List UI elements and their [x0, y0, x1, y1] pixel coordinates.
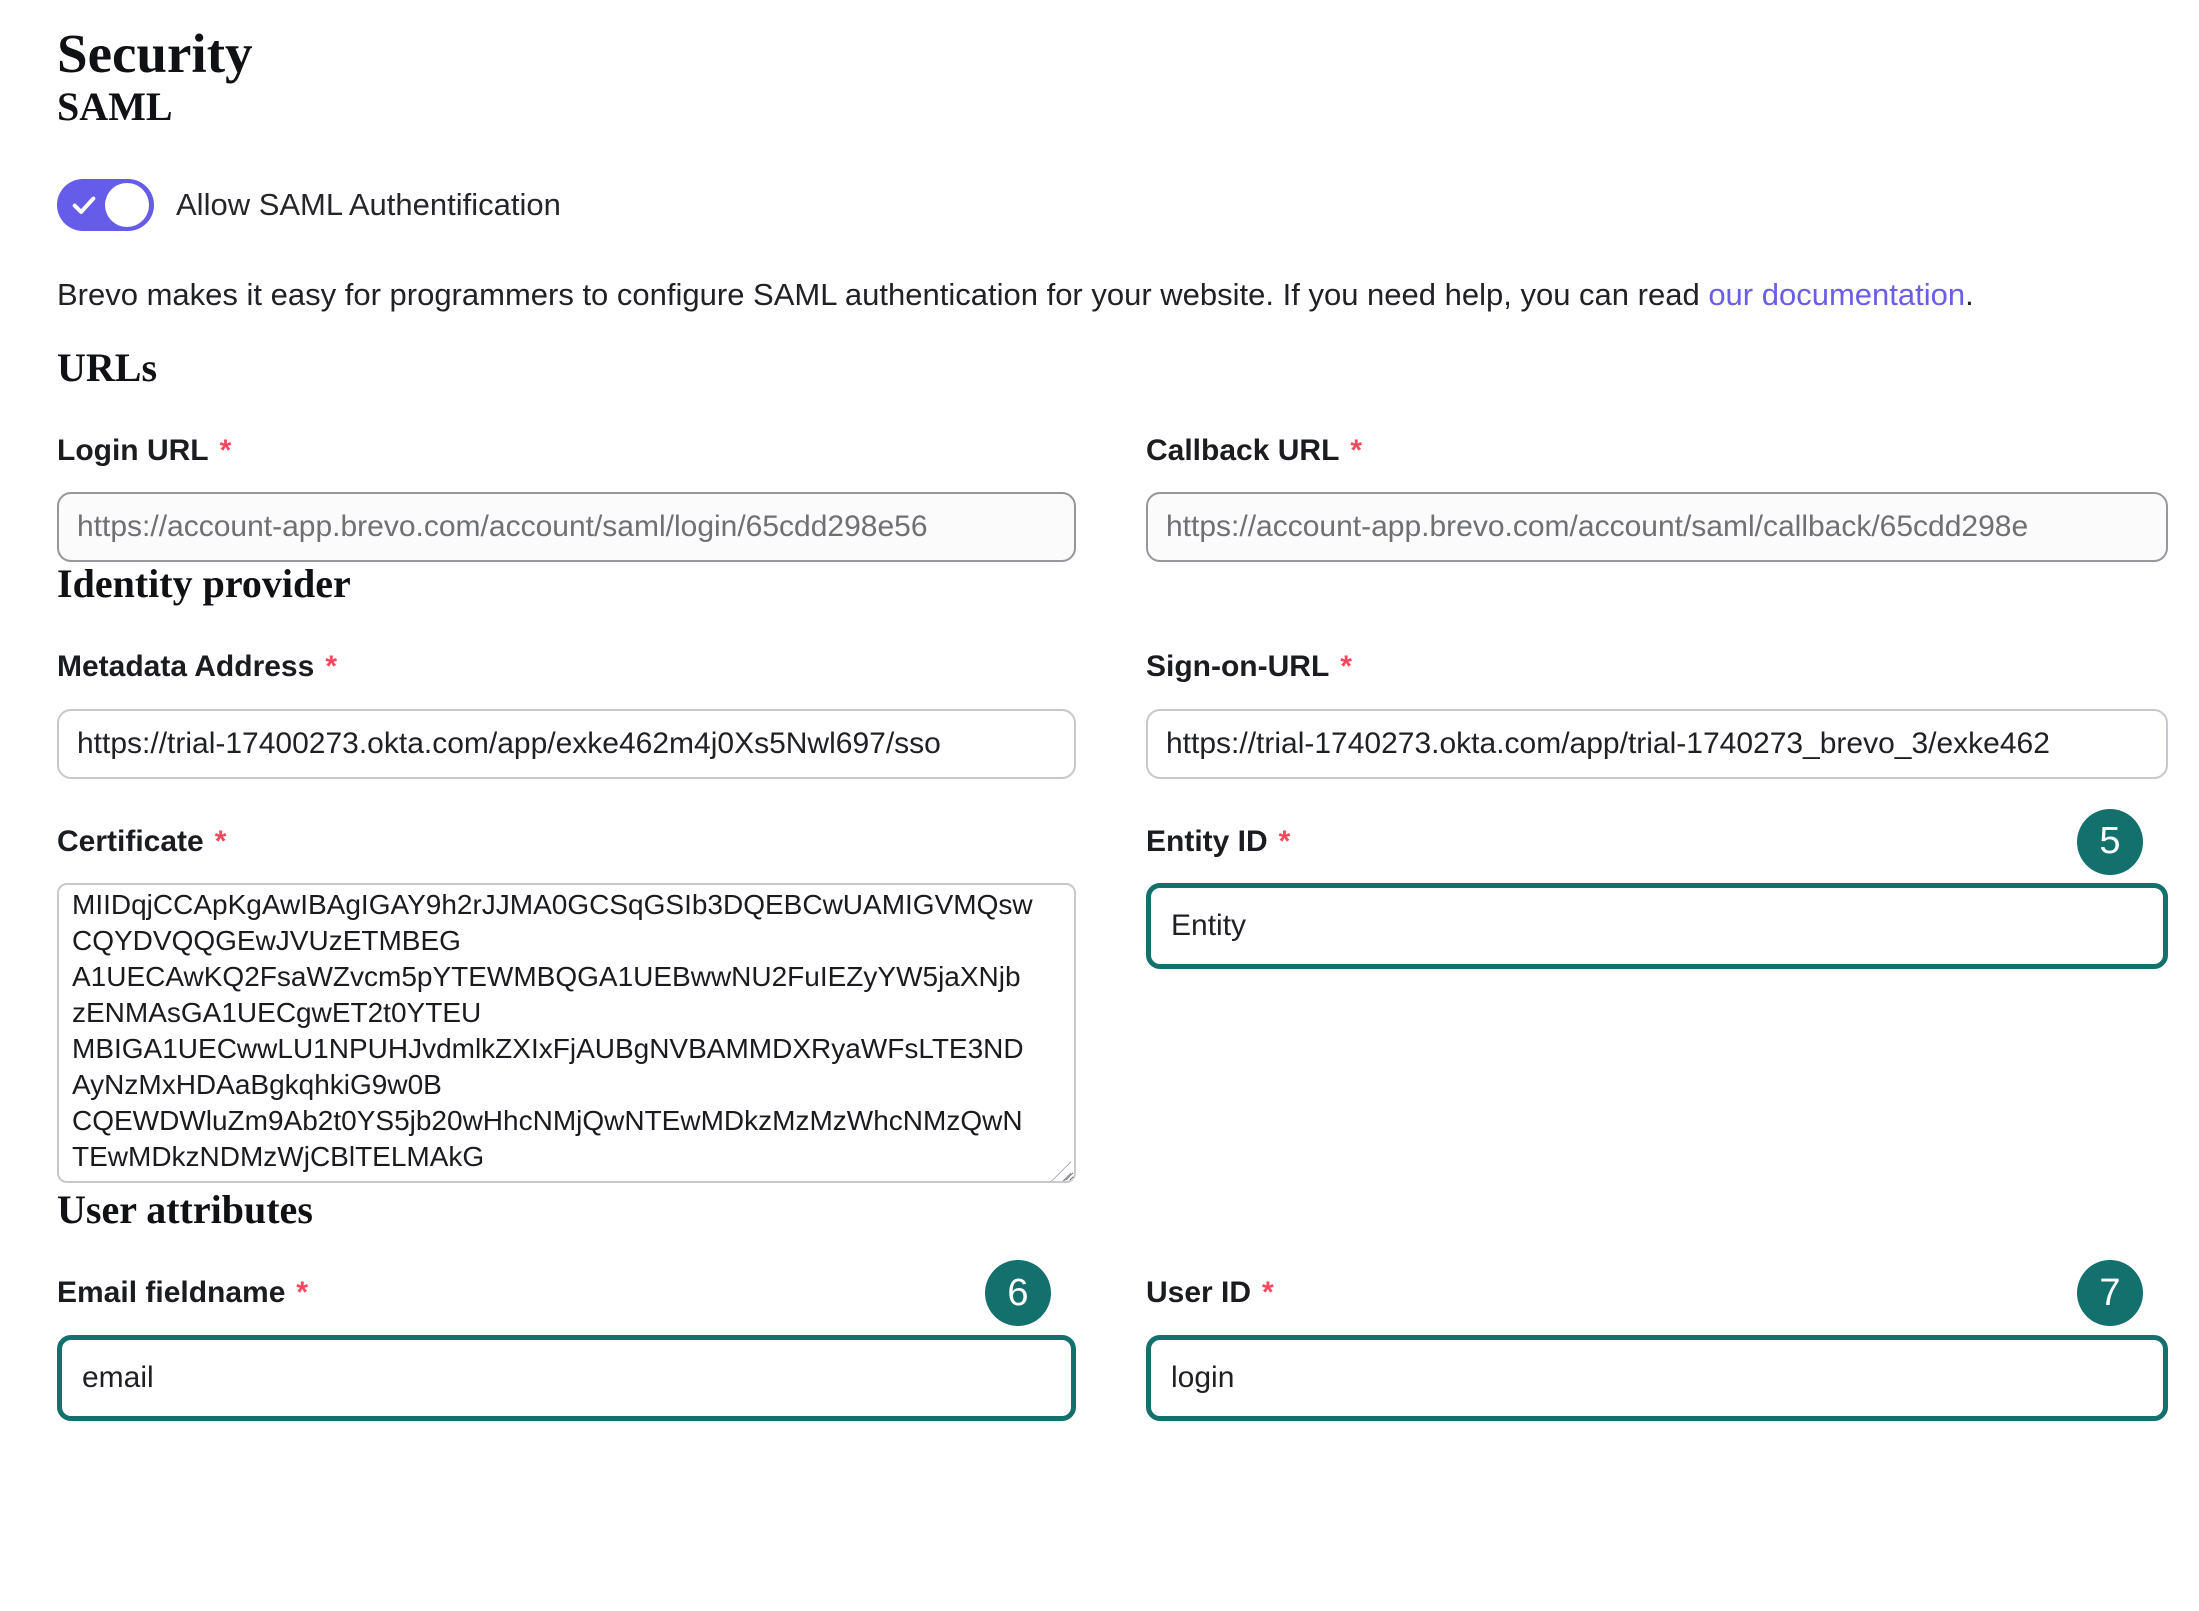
- metadata-address-label-text: Metadata Address: [57, 650, 314, 685]
- step-badge-7: 7: [2077, 1260, 2143, 1326]
- email-fieldname-input[interactable]: [57, 1335, 1076, 1421]
- step-badge-6: 6: [985, 1260, 1051, 1326]
- metadata-address-input[interactable]: [57, 709, 1076, 779]
- metadata-address-field: Metadata Address *: [57, 650, 1076, 779]
- certificate-label: Certificate *: [57, 825, 1076, 860]
- check-icon: [70, 191, 98, 222]
- sign-on-url-field: Sign-on-URL *: [1146, 650, 2168, 779]
- required-asterisk: *: [296, 1276, 308, 1311]
- entity-id-field: Entity ID * 5: [1146, 825, 2168, 1189]
- user-id-field: User ID * 7: [1146, 1276, 2168, 1421]
- entity-id-label: Entity ID *: [1146, 825, 2168, 860]
- entity-id-input[interactable]: [1146, 883, 2168, 969]
- required-asterisk: *: [1340, 650, 1352, 685]
- certificate-field: Certificate * MIIDqjCCApKgAwIBAgIGAY9h2r…: [57, 825, 1076, 1189]
- user-attributes-grid: Email fieldname * 6 User ID * 7: [57, 1276, 2169, 1421]
- saml-description: Brevo makes it easy for programmers to c…: [57, 275, 2169, 315]
- callback-url-field: Callback URL *: [1146, 434, 2168, 563]
- login-url-input[interactable]: [57, 492, 1076, 562]
- identity-provider-grid: Metadata Address * Sign-on-URL * Certifi…: [57, 650, 2169, 1188]
- entity-id-label-text: Entity ID: [1146, 825, 1268, 860]
- required-asterisk: *: [1262, 1276, 1274, 1311]
- sign-on-url-input[interactable]: [1146, 709, 2168, 779]
- certificate-label-text: Certificate: [57, 825, 204, 860]
- user-attributes-heading: User attributes: [57, 1188, 2169, 1232]
- callback-url-label-text: Callback URL: [1146, 434, 1339, 469]
- description-text: Brevo makes it easy for programmers to c…: [57, 277, 1708, 312]
- required-asterisk: *: [1350, 434, 1362, 469]
- email-fieldname-label: Email fieldname *: [57, 1276, 1076, 1311]
- required-asterisk: *: [215, 825, 227, 860]
- urls-heading: URLs: [57, 346, 2169, 390]
- toggle-knob[interactable]: [105, 183, 149, 227]
- metadata-address-label: Metadata Address *: [57, 650, 1076, 685]
- login-url-field: Login URL *: [57, 434, 1076, 563]
- saml-toggle-label: Allow SAML Authentification: [176, 187, 561, 223]
- user-id-input[interactable]: [1146, 1335, 2168, 1421]
- required-asterisk: *: [325, 650, 337, 685]
- saml-heading: SAML: [57, 85, 2169, 129]
- callback-url-label: Callback URL *: [1146, 434, 2168, 469]
- email-fieldname-label-text: Email fieldname: [57, 1276, 285, 1311]
- callback-url-input[interactable]: [1146, 492, 2168, 562]
- user-id-label: User ID *: [1146, 1276, 2168, 1311]
- urls-grid: Login URL * Callback URL *: [57, 434, 2169, 563]
- required-asterisk: *: [220, 434, 232, 469]
- saml-toggle-row: Allow SAML Authentification: [57, 179, 2169, 231]
- login-url-label-text: Login URL: [57, 434, 209, 469]
- page-title: Security: [57, 24, 2169, 85]
- identity-provider-heading: Identity provider: [57, 562, 2169, 606]
- security-page: Security SAML Allow SAML Authentificatio…: [0, 0, 2199, 1421]
- email-fieldname-field: Email fieldname * 6: [57, 1276, 1076, 1421]
- saml-toggle[interactable]: [57, 179, 154, 231]
- certificate-textarea[interactable]: MIIDqjCCApKgAwIBAgIGAY9h2rJJMA0GCSqGSIb3…: [57, 883, 1076, 1183]
- certificate-textarea-wrap: MIIDqjCCApKgAwIBAgIGAY9h2rJJMA0GCSqGSIb3…: [57, 883, 1076, 1188]
- sign-on-url-label: Sign-on-URL *: [1146, 650, 2168, 685]
- user-id-label-text: User ID: [1146, 1276, 1251, 1311]
- documentation-link[interactable]: our documentation: [1708, 277, 1965, 312]
- step-badge-5: 5: [2077, 809, 2143, 875]
- sign-on-url-label-text: Sign-on-URL: [1146, 650, 1329, 685]
- description-period: .: [1965, 277, 1974, 312]
- login-url-label: Login URL *: [57, 434, 1076, 469]
- required-asterisk: *: [1279, 825, 1291, 860]
